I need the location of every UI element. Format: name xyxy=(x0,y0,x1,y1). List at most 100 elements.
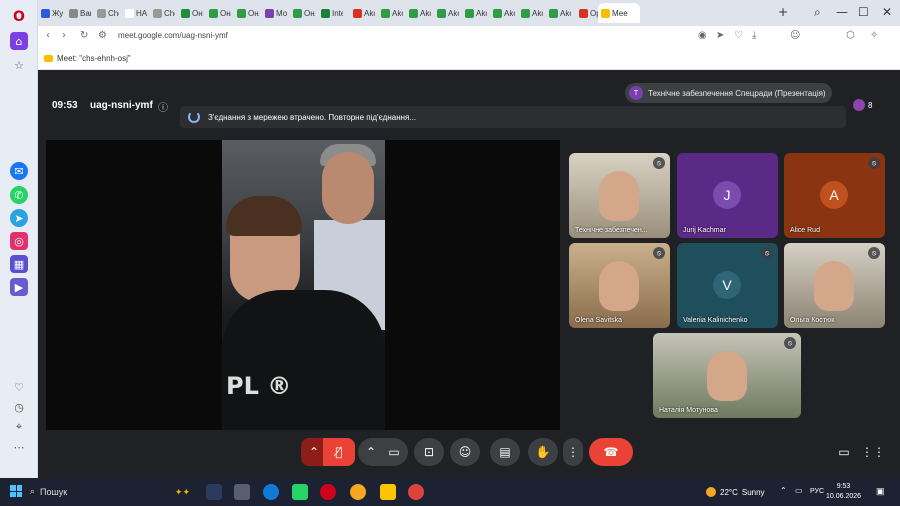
calendar-icon[interactable]: ▦ xyxy=(10,255,28,273)
tab-favicon-icon xyxy=(381,8,390,18)
edge-icon[interactable] xyxy=(263,484,279,500)
tab-8[interactable]: Мо xyxy=(262,3,287,23)
taskbar-search[interactable]: ⌕ Пошук ✦✦ xyxy=(30,483,190,501)
opera-taskbar-icon[interactable] xyxy=(320,484,336,500)
presenter-chip[interactable]: T Технічне забезпечення Спецради (Презен… xyxy=(625,83,832,103)
tab-favicon-icon xyxy=(293,8,302,18)
participant-tile[interactable]: J Jurij Kachmar xyxy=(677,153,778,238)
meet-pinned-tab[interactable]: Meet: "chs-ehnh-osj" xyxy=(44,54,131,63)
participant-name: Jurij Kachmar xyxy=(683,227,726,234)
present-button[interactable]: ⊡ xyxy=(414,438,444,466)
raise-hand-button[interactable]: ✋ xyxy=(528,438,558,466)
activities-button[interactable]: ⋮⋮ xyxy=(861,438,885,466)
tab-16[interactable]: Ako xyxy=(490,3,515,23)
file-manager-icon[interactable] xyxy=(234,484,250,500)
tray-chevron-icon[interactable]: ⌃ xyxy=(780,486,787,495)
extensions-icon[interactable]: ⬡ xyxy=(846,30,855,41)
heart-outline-icon[interactable]: ♡ xyxy=(734,30,743,41)
whatsapp-taskbar-icon[interactable] xyxy=(292,484,308,500)
tab-5[interactable]: Онг xyxy=(178,3,203,23)
maximize-icon[interactable]: ☐ xyxy=(858,5,869,19)
player-icon[interactable]: ▶ xyxy=(10,278,28,296)
notification-icon[interactable]: ▣ xyxy=(876,486,885,497)
instagram-icon[interactable]: ◎ xyxy=(10,232,28,250)
back-icon[interactable]: ‹ xyxy=(46,30,50,41)
participant-avatar: A xyxy=(820,181,848,209)
chat-button[interactable]: ▭ xyxy=(834,438,854,466)
tab-20[interactable]: Мее xyxy=(598,3,640,23)
people-icon xyxy=(853,99,865,111)
mic-toggle-button[interactable]: 🎙̸ xyxy=(323,438,355,466)
tab-label: Ako xyxy=(392,8,403,18)
task-view-icon[interactable] xyxy=(206,484,222,500)
chrome-taskbar-icon[interactable] xyxy=(408,484,424,500)
tab-18[interactable]: Ako xyxy=(546,3,571,23)
meet-logo-icon xyxy=(44,55,53,62)
leave-call-button[interactable]: ☎ xyxy=(589,438,633,466)
tab-0[interactable]: Жур xyxy=(38,3,63,23)
history-icon[interactable]: ◷ xyxy=(10,398,28,416)
minimize-icon[interactable]: — xyxy=(836,5,848,19)
tab-4[interactable]: Che xyxy=(150,3,175,23)
people-button[interactable]: 8 xyxy=(850,96,884,114)
participant-tile[interactable]: ⦸ Olena Savitska xyxy=(569,243,670,328)
folder-taskbar-icon[interactable] xyxy=(380,484,396,500)
info-icon[interactable]: ⓘ xyxy=(158,99,168,114)
participant-tile[interactable]: ⦸ Наталія Мотунова xyxy=(653,333,801,418)
participant-tile[interactable]: A ⦸ Alice Rud xyxy=(784,153,885,238)
tab-10[interactable]: Inte xyxy=(318,3,343,23)
taskbar-clock[interactable]: 9:53 10.06.2026 xyxy=(826,482,861,502)
main-video[interactable]: PL ® xyxy=(46,140,560,430)
tab-15[interactable]: Ako xyxy=(462,3,487,23)
star-icon[interactable]: ☆ xyxy=(10,56,28,74)
opera-logo-icon[interactable]: O xyxy=(10,8,28,26)
more-icon[interactable]: ⋯ xyxy=(10,438,28,456)
captions-button[interactable]: ▤ xyxy=(490,438,520,466)
participant-tile[interactable]: ⦸ Технічне забезпечен... xyxy=(569,153,670,238)
tab-14[interactable]: Ako xyxy=(434,3,459,23)
camera-toggle-button[interactable]: ▭ xyxy=(380,438,408,466)
heart-icon[interactable]: ♡ xyxy=(10,378,28,396)
send-icon[interactable]: ➤ xyxy=(716,30,724,41)
search-tabs-icon[interactable]: ⌕ xyxy=(814,5,821,20)
tab-9[interactable]: Онл xyxy=(290,3,315,23)
tab-7[interactable]: Онл xyxy=(234,3,259,23)
telegram-icon[interactable]: ➤ xyxy=(10,209,28,227)
url-field[interactable]: meet.google.com/uag-nsni-ymf xyxy=(118,31,228,40)
new-tab-button[interactable]: + xyxy=(778,5,788,19)
camera-icon[interactable]: ◉ xyxy=(698,30,707,41)
tab-12[interactable]: Ako xyxy=(378,3,403,23)
tab-3[interactable]: HAI xyxy=(122,3,147,23)
participant-tile[interactable]: ⦸ Ольга Костюк xyxy=(784,243,885,328)
tab-2[interactable]: Che xyxy=(94,3,119,23)
tune-icon[interactable]: ⚙ xyxy=(98,30,107,41)
tab-favicon-icon xyxy=(181,8,190,18)
address-bar: ‹ › ↻ ⚙ meet.google.com/uag-nsni-ymf ◉ ➤… xyxy=(38,26,900,48)
tab-1[interactable]: Ваш xyxy=(66,3,91,23)
profile-icon[interactable]: ☺ xyxy=(790,30,800,41)
presenter-video-feed: PL ® xyxy=(222,140,385,430)
tab-13[interactable]: Ako xyxy=(406,3,431,23)
whatsapp-icon[interactable]: ✆ xyxy=(10,186,28,204)
reload-icon[interactable]: ↻ xyxy=(80,30,88,41)
reactions-button[interactable]: ☺ xyxy=(450,438,480,466)
location-icon[interactable]: ⌖ xyxy=(10,418,28,436)
messenger-icon[interactable]: ✉ xyxy=(10,162,28,180)
forward-icon[interactable]: › xyxy=(62,30,66,41)
tab-6[interactable]: Онл xyxy=(206,3,231,23)
more-options-button[interactable]: ⋮ xyxy=(563,438,583,466)
app-taskbar-icon[interactable] xyxy=(350,484,366,500)
weather-widget[interactable]: 22°C Sunny xyxy=(706,487,765,497)
network-icon[interactable]: ▭ xyxy=(795,486,803,495)
windows-start-icon[interactable] xyxy=(10,485,22,497)
participant-tile[interactable]: V ⦸ Valeriia Kalinichenko xyxy=(677,243,778,328)
close-icon[interactable]: ✕ xyxy=(882,5,892,19)
language-indicator[interactable]: РУС xyxy=(810,488,824,495)
tab-favicon-icon xyxy=(41,8,50,18)
home-icon[interactable]: ⌂ xyxy=(10,32,28,50)
tab-11[interactable]: Ako xyxy=(350,3,375,23)
tab-17[interactable]: Ako xyxy=(518,3,543,23)
aria-icon[interactable]: ✧ xyxy=(870,30,878,41)
download-icon[interactable]: ⤓ xyxy=(752,30,756,41)
tab-label: Ako xyxy=(448,8,459,18)
